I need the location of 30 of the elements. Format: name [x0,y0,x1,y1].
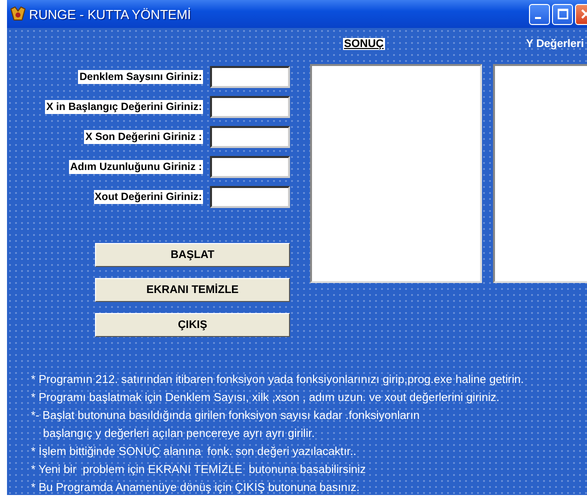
maximize-button[interactable] [552,4,573,24]
input-field[interactable] [210,66,290,88]
field-label: X Son Değerini Giriniz : [84,130,203,144]
input-field[interactable] [210,156,290,178]
note-text: * Programın 212. satırından itibaren fonksiyon yada fonksiyonlarınızı girip,prog.exe haline getirin. [31,373,525,388]
note-text: *- Başlat butonuna basıldığında girilen fonksiyon sayısı kadar .fonksiyonların [31,409,421,424]
note-text: * Yeni bir problem için EKRANI TEMİZLE butonuna basabilirsiniz [31,462,367,478]
field-label: X in Başlangıç Değerini Giriniz: [45,100,203,114]
note-text: * Programı başlatmak için Denklem Sayısı, xilk ,xson , adım uzun. ve xout değerlerini giriniz. [31,391,500,406]
list-box[interactable] [493,64,587,283]
minimize-icon [535,17,541,19]
panel-heading: SONUÇ [343,38,385,50]
field-label: Denklem Saysını Giriniz: [78,70,203,84]
command-button[interactable]: BAŞLAT [95,243,290,267]
note-text: başlangıç y değerleri açılan pencereye ayrı ayrı girilir. [42,427,316,442]
command-button[interactable]: ÇIKIŞ [95,313,290,337]
field-label: Xout Değerini Giriniz: [94,190,203,204]
input-field[interactable] [210,126,290,148]
app-icon [10,6,26,22]
note-text: * İşlem bittiğinde SONUÇ alanına fonk. son değeri yazılacaktır.. [31,444,358,460]
window-title: RUNGE - KUTTA YÖNTEMİ [29,6,192,22]
maximize-icon [556,8,568,20]
panel-heading: Y Değerleri [526,38,584,50]
minimize-button[interactable] [529,4,550,24]
field-label: Adım Uzunluğunu Giriniz : [69,160,203,174]
command-button[interactable]: EKRANI TEMİZLE [95,278,290,302]
input-field[interactable] [210,186,290,208]
note-text: * Bu Programda Anamenüye dönüş için ÇIKIŞ butonuna basınız. [31,481,361,495]
input-field[interactable] [210,96,290,118]
list-box[interactable] [310,64,482,283]
